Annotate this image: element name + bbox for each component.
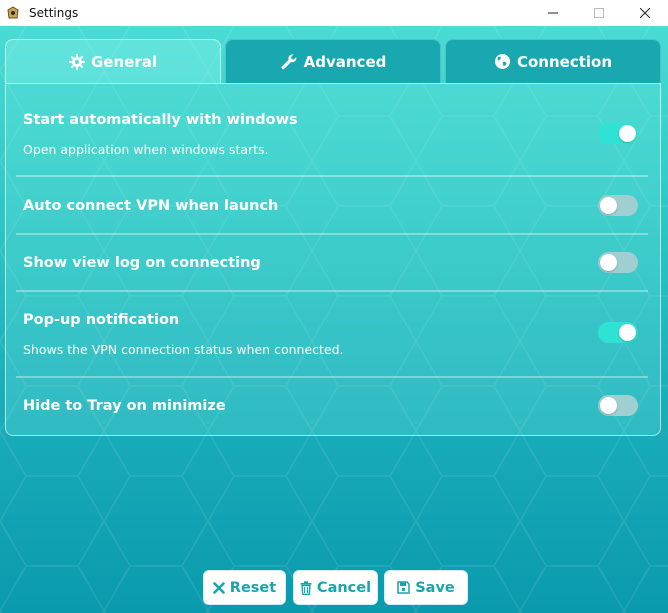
tab-general-label: General xyxy=(91,52,157,71)
setting-title: Pop-up notification xyxy=(23,312,180,328)
wrench-icon xyxy=(281,53,296,69)
close-button[interactable] xyxy=(622,0,668,26)
setting-start-automatically: Start automatically with windows Open ap… xyxy=(23,112,643,157)
setting-title: Show view log on connecting xyxy=(23,255,261,271)
setting-title: Hide to Tray on minimize xyxy=(23,398,226,414)
app-icon xyxy=(5,5,21,21)
floppy-disk-icon xyxy=(397,581,410,594)
tab-connection[interactable]: Connection xyxy=(445,39,661,83)
setting-title: Auto connect VPN when launch xyxy=(23,198,279,214)
close-icon xyxy=(640,8,650,18)
gear-icon xyxy=(69,53,85,70)
tab-connection-label: Connection xyxy=(516,52,613,71)
popup-notification-toggle[interactable] xyxy=(598,322,638,343)
general-settings-panel: Start automatically with windows Open ap… xyxy=(5,83,661,436)
setting-hide-to-tray: Hide to Tray on minimize xyxy=(23,398,643,414)
setting-popup-notification: Pop-up notification Shows the VPN connec… xyxy=(23,312,643,357)
setting-title: Start automatically with windows xyxy=(23,112,298,128)
divider xyxy=(16,175,648,177)
reset-button-label: Reset xyxy=(229,579,277,596)
settings-content: General Advanced Connection Start automa… xyxy=(0,26,668,613)
trash-icon xyxy=(300,580,312,595)
minimize-button[interactable] xyxy=(530,0,576,26)
globe-icon xyxy=(494,54,510,69)
auto-connect-toggle[interactable] xyxy=(598,195,638,216)
setting-description: Shows the VPN connection status when con… xyxy=(23,342,344,357)
start-automatically-toggle[interactable] xyxy=(598,123,638,144)
tab-bar: General Advanced Connection xyxy=(5,39,661,83)
setting-description: Open application when windows starts. xyxy=(23,142,269,157)
save-button[interactable]: Save xyxy=(384,570,468,605)
reset-button[interactable]: Reset xyxy=(203,570,286,605)
maximize-button[interactable] xyxy=(576,0,622,26)
divider xyxy=(16,376,648,378)
hide-to-tray-toggle[interactable] xyxy=(598,395,638,416)
save-button-label: Save xyxy=(415,579,455,596)
title-bar: Settings xyxy=(0,0,668,26)
cancel-button-label: Cancel xyxy=(316,579,372,596)
minimize-icon xyxy=(548,12,558,14)
maximize-icon xyxy=(594,8,604,18)
cancel-button[interactable]: Cancel xyxy=(293,570,378,605)
setting-view-log: Show view log on connecting xyxy=(23,255,643,271)
divider xyxy=(16,290,648,292)
tab-advanced-label: Advanced xyxy=(303,52,387,71)
divider xyxy=(16,233,648,235)
tab-general[interactable]: General xyxy=(5,39,221,83)
x-icon xyxy=(212,581,225,594)
setting-auto-connect: Auto connect VPN when launch xyxy=(23,198,643,214)
window-title: Settings xyxy=(29,6,79,20)
tab-advanced[interactable]: Advanced xyxy=(225,39,441,83)
view-log-toggle[interactable] xyxy=(598,252,638,273)
